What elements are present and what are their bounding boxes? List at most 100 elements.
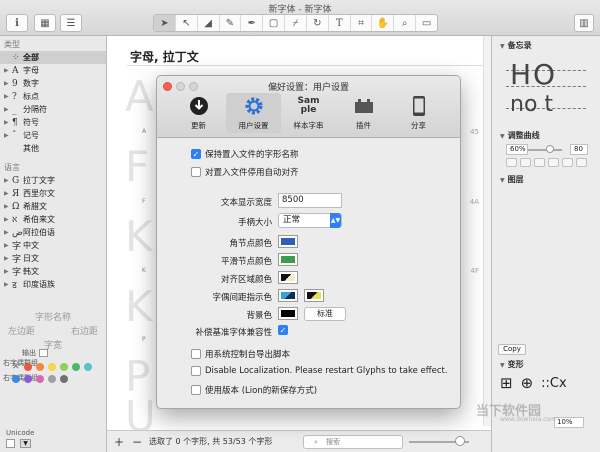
sidebar-item-all[interactable]: ⁘ 全部 [0, 51, 106, 64]
measure-tool[interactable]: ▭ [416, 15, 437, 31]
sidebar-item-marks[interactable]: ▶ ˆ 记号 [0, 129, 106, 142]
rectangle-tool[interactable]: ▢ [263, 15, 286, 31]
sidebar-item-separators[interactable]: ▶ _ 分隔符 [0, 103, 106, 116]
disclosure-icon[interactable]: ▶ [4, 216, 12, 223]
grid-view-button[interactable]: ▦ [34, 14, 56, 32]
tab-plugins[interactable]: 插件 [336, 93, 391, 133]
sidebar-item-numbers[interactable]: ▶ 9 数字 [0, 77, 106, 90]
color-swatch[interactable] [36, 363, 44, 371]
eraser-tool[interactable]: ◢ [198, 15, 220, 31]
disclosure-icon[interactable]: ▶ [4, 106, 12, 113]
copy-layer-button[interactable]: Copy [498, 344, 526, 355]
add-glyph-button[interactable]: + [113, 435, 125, 449]
sidebar-lang-latin[interactable]: ▶ G 拉丁文字 [0, 174, 106, 187]
handle-size-select[interactable]: 正常 ▲▼ [278, 213, 342, 228]
vertical-scrollbar[interactable] [483, 36, 491, 426]
curve-slider-knob[interactable] [546, 145, 554, 153]
sidebar-lang-japanese[interactable]: ▶ 字日文 [0, 252, 106, 265]
select-tool[interactable]: ➤ [154, 15, 176, 31]
auto-align-option[interactable]: 对置入文件停用自动对齐 [191, 166, 299, 178]
glyph-cell-preview[interactable]: F [125, 142, 149, 191]
glyph-cell-preview[interactable]: K [125, 282, 153, 331]
text-tool[interactable]: T [329, 15, 351, 31]
curve-preset[interactable] [520, 158, 531, 167]
tab-user-settings[interactable]: 用户设置 [226, 93, 281, 133]
curve-start-field[interactable]: 60% [506, 144, 528, 155]
annotation-tool[interactable]: ⌗ [351, 15, 373, 31]
color-swatch[interactable] [24, 363, 32, 371]
align-grid-icon[interactable]: ⊞ [500, 374, 513, 392]
disable-localization-checkbox[interactable] [191, 366, 201, 376]
clear-transform-icon[interactable]: ::Cx [541, 376, 567, 391]
right-sidebearing-field[interactable]: 右边距 [71, 324, 98, 337]
no-color-swatch[interactable]: ✕ [12, 363, 20, 372]
corner-color-well[interactable] [278, 235, 298, 248]
scale-field[interactable]: 10% [554, 417, 584, 428]
edit-tool[interactable]: ↖ [176, 15, 198, 31]
kern-indicator-color-well-2[interactable] [304, 289, 324, 302]
disclosure-icon[interactable]: ▶ [4, 93, 12, 100]
export-script-option[interactable]: 用系统控制台导出脚本 [191, 348, 290, 360]
list-view-button[interactable]: ☰ [60, 14, 82, 32]
sidebar-lang-arabic[interactable]: ▶ ض 阿拉伯语 [0, 226, 106, 239]
glyph-cell-preview[interactable]: K [125, 212, 153, 261]
zoom-tool[interactable]: ⌕ [394, 15, 417, 31]
color-swatch[interactable] [48, 375, 56, 383]
curve-preset[interactable] [548, 158, 559, 167]
disclosure-icon[interactable]: ▶ [4, 242, 12, 249]
text-width-input[interactable]: 8500 [278, 193, 342, 208]
color-swatch[interactable] [84, 363, 92, 371]
knife-tool[interactable]: ⌿ [285, 15, 307, 31]
disclosure-icon[interactable]: ▶ [4, 67, 12, 74]
pencil-tool[interactable]: ✎ [220, 15, 242, 31]
toggle-panel-button[interactable]: ▥ [574, 14, 594, 32]
sidebar-lang-korean[interactable]: ▶ 字韩文 [0, 265, 106, 278]
curve-end-field[interactable]: 80 [570, 144, 588, 155]
sidebar-item-other[interactable]: 其他 [0, 142, 106, 155]
disable-localization-option[interactable]: Disable Localization. Please restart Gly… [191, 366, 448, 376]
sidebar-lang-chinese[interactable]: ▶ 字中文 [0, 239, 106, 252]
cell-size-slider-knob[interactable] [455, 436, 465, 446]
smooth-color-well[interactable] [278, 253, 298, 266]
disclosure-icon[interactable]: ▶ [4, 268, 12, 275]
color-swatch[interactable] [60, 375, 68, 383]
export-script-checkbox[interactable] [191, 349, 201, 359]
disclosure-icon[interactable]: ▶ [4, 203, 12, 210]
compat-checkbox[interactable]: ✓ [278, 325, 288, 335]
transform-header[interactable]: ▼ 变形 [500, 359, 524, 370]
rotate-tool[interactable]: ↻ [307, 15, 329, 31]
color-swatch[interactable] [12, 375, 20, 383]
disclosure-icon[interactable]: ▶ [4, 132, 12, 139]
left-sidebearing-field[interactable]: 左边距 [8, 324, 35, 337]
sidebar-lang-hebrew[interactable]: ▶ א 希伯来文 [0, 213, 106, 226]
disclosure-icon[interactable]: ▶ [4, 119, 12, 126]
lion-save-option[interactable]: 使用版本 (Lion的新保存方式) [191, 384, 317, 396]
align-zone-color-well[interactable] [278, 271, 298, 284]
glyph-name-field[interactable]: 字形名称 [0, 310, 106, 323]
curve-slider[interactable] [528, 149, 562, 151]
kern-indicator-color-well-1[interactable] [278, 289, 298, 302]
disclosure-icon[interactable]: ▶ [4, 177, 12, 184]
info-button[interactable]: i [6, 14, 28, 32]
tab-sample-strings[interactable]: Sam ple 样本字串 [281, 93, 336, 133]
lion-save-checkbox[interactable] [191, 385, 201, 395]
layers-header[interactable]: ▼ 图层 [500, 174, 524, 185]
color-swatch[interactable] [48, 363, 56, 371]
crosshair-icon[interactable]: ⊕ [521, 374, 534, 392]
sidebar-lang-cyrillic[interactable]: ▶ Я 西里尔文 [0, 187, 106, 200]
sidebar-item-symbols[interactable]: ▶ ¶ 符号 [0, 116, 106, 129]
remove-glyph-button[interactable]: − [131, 435, 143, 449]
keep-names-option[interactable]: ✓ 保持置入文件的字形名称 [191, 148, 299, 160]
auto-align-checkbox[interactable] [191, 167, 201, 177]
unicode-menu-button[interactable]: ▼ [20, 439, 31, 448]
output-checkbox[interactable] [39, 349, 48, 357]
curve-preset[interactable] [506, 158, 517, 167]
keep-names-checkbox[interactable]: ✓ [191, 149, 201, 159]
disclosure-icon[interactable]: ▶ [4, 229, 12, 236]
glyph-cell-preview[interactable]: A [125, 72, 154, 121]
disclosure-icon[interactable]: ▶ [4, 255, 12, 262]
hand-tool[interactable]: ✋ [372, 15, 395, 31]
background-color-well[interactable] [278, 307, 298, 320]
sidebar-item-punctuation[interactable]: ▶? 标点 [0, 90, 106, 103]
color-swatch[interactable] [60, 363, 68, 371]
